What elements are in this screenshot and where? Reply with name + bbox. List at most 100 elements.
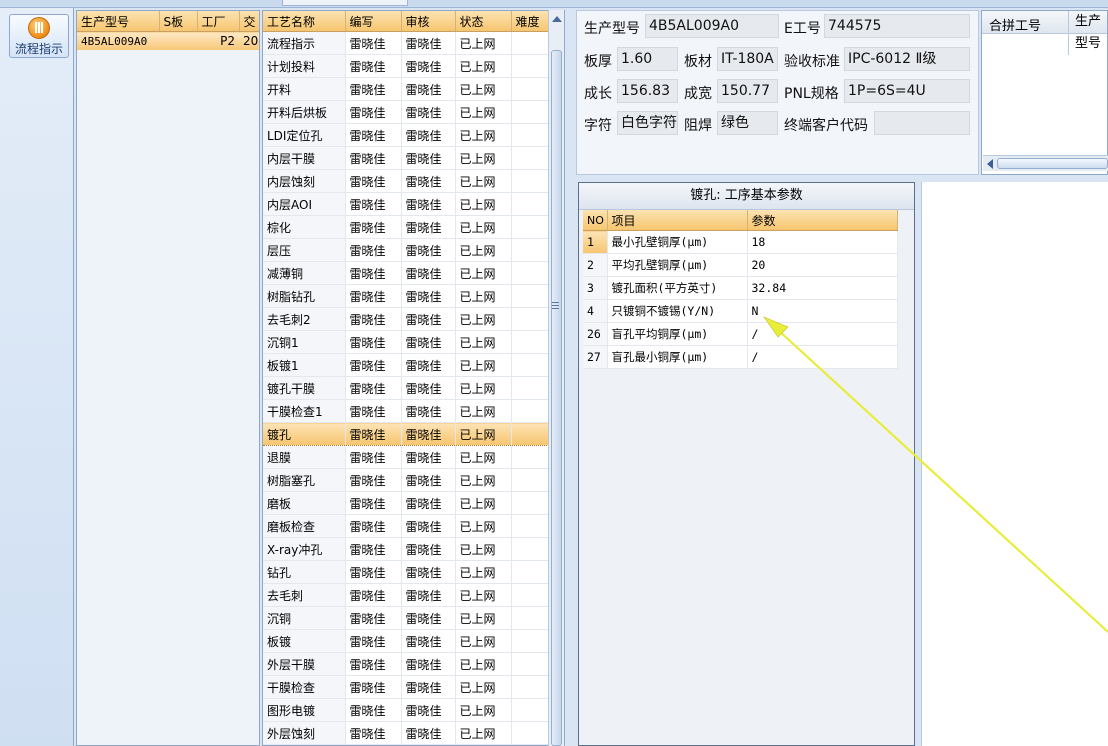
process-row[interactable]: 磨板检查 雷晓佳 雷晓佳 已上网 [263,514,550,538]
process-row[interactable]: 内层干膜 雷晓佳 雷晓佳 已上网 [263,146,550,170]
standard-label: 验收标准 [784,54,840,70]
process-status: 已上网 [455,146,512,170]
process-row[interactable]: 镀孔干膜 雷晓佳 雷晓佳 已上网 [263,376,550,400]
process-row[interactable]: 流程指示 雷晓佳 雷晓佳 已上网 [263,31,550,55]
param-row[interactable]: 2 平均孔壁铜厚(μm) 20 [583,253,898,277]
thickness-field[interactable]: 1.60 [617,47,678,71]
process-row[interactable]: 外层干膜 雷晓佳 雷晓佳 已上网 [263,652,550,676]
param-row[interactable]: 26 盲孔平均铜厚(μm) / [583,322,898,346]
process-row[interactable]: 层压 雷晓佳 雷晓佳 已上网 [263,238,550,262]
scroll-left-arrow-icon[interactable] [987,159,993,169]
column-header-model[interactable]: 生产型号 [77,11,160,32]
process-row[interactable]: 镀孔 雷晓佳 雷晓佳 已上网 [263,422,550,446]
process-row[interactable]: 减薄铜 雷晓佳 雷晓佳 已上网 [263,261,550,285]
process-reviewer: 雷晓佳 [401,100,456,124]
process-writer: 雷晓佳 [345,330,402,354]
process-name: 树脂塞孔 [263,468,346,492]
process-row[interactable]: 板镀1 雷晓佳 雷晓佳 已上网 [263,353,550,377]
model-field[interactable]: 4B5AL009A0 [645,14,779,38]
column-header-no[interactable]: NO [583,210,608,231]
process-name: 外层干膜 [263,652,346,676]
process-row[interactable]: 退膜 雷晓佳 雷晓佳 已上网 [263,445,550,469]
process-row[interactable]: 干膜检查1 雷晓佳 雷晓佳 已上网 [263,399,550,423]
process-status: 已上网 [455,192,512,216]
column-header-item[interactable]: 项目 [607,210,748,231]
process-row[interactable]: 开料后烘板 雷晓佳 雷晓佳 已上网 [263,100,550,124]
flow-indicator-button[interactable]: 流程指示 [9,14,69,58]
process-row[interactable]: 棕化 雷晓佳 雷晓佳 已上网 [263,215,550,239]
process-status: 已上网 [455,238,512,262]
scrollbar-thumb[interactable] [551,50,562,746]
process-row[interactable]: 内层AOI 雷晓佳 雷晓佳 已上网 [263,192,550,216]
customer-code-field[interactable] [874,111,970,135]
top-tab[interactable] [282,0,408,6]
process-row[interactable]: LDI定位孔 雷晓佳 雷晓佳 已上网 [263,123,550,147]
column-header-process-name[interactable]: 工艺名称 [263,11,346,32]
process-row[interactable]: 树脂钻孔 雷晓佳 雷晓佳 已上网 [263,284,550,308]
e-number-field[interactable]: 744575 [824,14,970,38]
param-item: 盲孔平均铜厚(μm) [607,322,748,346]
column-header-s-board[interactable]: S板 [159,11,198,32]
process-reviewer: 雷晓佳 [401,215,456,239]
process-row[interactable]: 板镀 雷晓佳 雷晓佳 已上网 [263,629,550,653]
process-row[interactable]: 沉铜1 雷晓佳 雷晓佳 已上网 [263,330,550,354]
column-header-combined-model[interactable]: 生产型号 [1068,11,1107,55]
param-row[interactable]: 27 盲孔最小铜厚(μm) / [583,345,898,369]
standard-field[interactable]: IPC-6012 Ⅱ级 [844,47,970,71]
combined-scrollbar[interactable] [983,155,1108,171]
process-list-scrollbar[interactable] [548,10,564,746]
process-reviewer: 雷晓佳 [401,307,456,331]
process-row[interactable]: 计划投料 雷晓佳 雷晓佳 已上网 [263,54,550,78]
horizontal-scrollbar-thumb[interactable] [997,158,1108,169]
process-row[interactable]: 钻孔 雷晓佳 雷晓佳 已上网 [263,560,550,584]
process-row[interactable]: 去毛刺 雷晓佳 雷晓佳 已上网 [263,583,550,607]
column-header-combined-no[interactable]: 合拼工号 [989,15,1041,34]
process-reviewer: 雷晓佳 [401,422,456,446]
column-header-reviewer[interactable]: 审核 [401,11,456,32]
width-field[interactable]: 150.77 [717,79,778,103]
param-row[interactable]: 4 只镀铜不镀锡(Y/N) N [583,299,898,323]
process-row[interactable]: X-ray冲孔 雷晓佳 雷晓佳 已上网 [263,537,550,561]
column-header-factory[interactable]: 工厂 [197,11,240,32]
solder-mask-label: 阻焊 [684,118,712,134]
process-row[interactable]: 干膜检查 雷晓佳 雷晓佳 已上网 [263,675,550,699]
column-header-delivery[interactable]: 交 [239,11,259,32]
process-writer: 雷晓佳 [345,491,402,515]
process-row[interactable]: 外层蚀刻 雷晓佳 雷晓佳 已上网 [263,721,550,745]
column-header-writer[interactable]: 编写 [345,11,402,32]
process-row[interactable]: 磨板 雷晓佳 雷晓佳 已上网 [263,491,550,515]
param-row[interactable]: 1 最小孔壁铜厚(μm) 18 [583,230,898,254]
column-header-difficulty[interactable]: 难度 [511,11,550,32]
process-row[interactable]: 去毛刺2 雷晓佳 雷晓佳 已上网 [263,307,550,331]
process-reviewer: 雷晓佳 [401,514,456,538]
solder-mask-field[interactable]: 绿色 [717,111,778,135]
process-writer: 雷晓佳 [345,100,402,124]
process-writer: 雷晓佳 [345,399,402,423]
length-field[interactable]: 156.83 [617,79,678,103]
process-row[interactable]: 树脂塞孔 雷晓佳 雷晓佳 已上网 [263,468,550,492]
process-row[interactable]: 内层蚀刻 雷晓佳 雷晓佳 已上网 [263,169,550,193]
param-value: 32.84 [747,276,898,300]
legend-field[interactable]: 白色字符 [617,111,678,135]
process-row[interactable]: 沉铜 雷晓佳 雷晓佳 已上网 [263,606,550,630]
process-writer: 雷晓佳 [345,422,402,446]
process-writer: 雷晓佳 [345,284,402,308]
column-header-value[interactable]: 参数 [747,210,898,231]
process-status: 已上网 [455,537,512,561]
process-row[interactable]: 开料 雷晓佳 雷晓佳 已上网 [263,77,550,101]
process-row[interactable]: 图形电镀 雷晓佳 雷晓佳 已上网 [263,698,550,722]
material-field[interactable]: IT-180A [717,47,778,71]
e-number-label: E工号 [784,21,821,37]
param-row[interactable]: 3 镀孔面积(平方英寸) 32.84 [583,276,898,300]
product-row[interactable]: 4B5AL009A0 P2 20 [77,31,259,50]
process-name: 磨板 [263,491,346,515]
process-writer: 雷晓佳 [345,445,402,469]
customer-code-label: 终端客户代码 [784,118,868,134]
process-reviewer: 雷晓佳 [401,399,456,423]
pnl-field[interactable]: 1P=6S=4U [844,79,970,103]
scroll-up-arrow-icon[interactable] [552,16,562,22]
process-reviewer: 雷晓佳 [401,583,456,607]
process-difficulty [511,445,550,469]
process-reviewer: 雷晓佳 [401,284,456,308]
column-header-status[interactable]: 状态 [455,11,512,32]
